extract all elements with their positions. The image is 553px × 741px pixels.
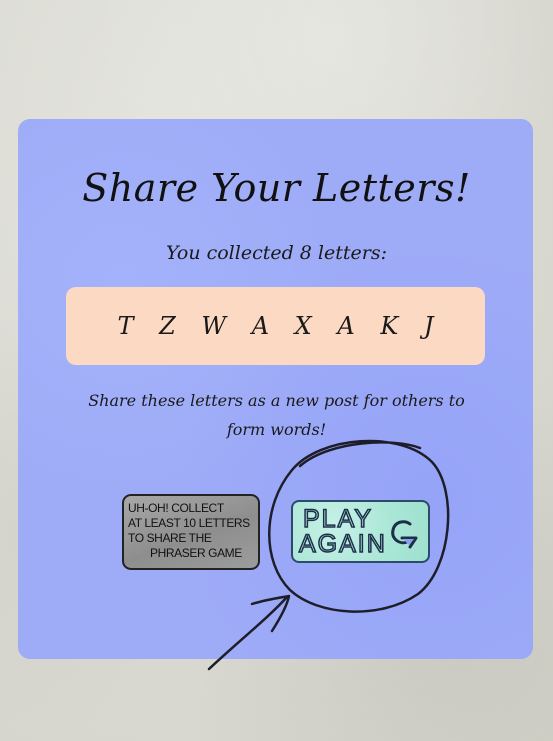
warning-line: PHRASER GAME xyxy=(150,546,242,560)
letters-count-text: You collected 8 letters: xyxy=(165,242,387,264)
replay-icon xyxy=(391,520,418,549)
collected-letters-box: T Z W A X A K J xyxy=(66,287,485,365)
play-again-button[interactable]: PLAY AGAIN xyxy=(291,500,430,563)
warning-line: TO SHARE THE xyxy=(128,531,212,545)
page-title: Share Your Letters! xyxy=(82,166,471,210)
collect-more-warning: UH-OH! COLLECT AT LEAST 10 LETTERS TO SH… xyxy=(122,494,260,570)
warning-line: UH-OH! COLLECT xyxy=(128,501,224,515)
collected-letters: T Z W A X A K J xyxy=(117,312,443,340)
share-instructions: Share these letters as a new post for ot… xyxy=(88,391,465,439)
play-again-label-line1: PLAY xyxy=(302,505,374,533)
play-again-label-line2: AGAIN xyxy=(298,530,387,558)
warning-line: AT LEAST 10 LETTERS xyxy=(128,516,250,530)
